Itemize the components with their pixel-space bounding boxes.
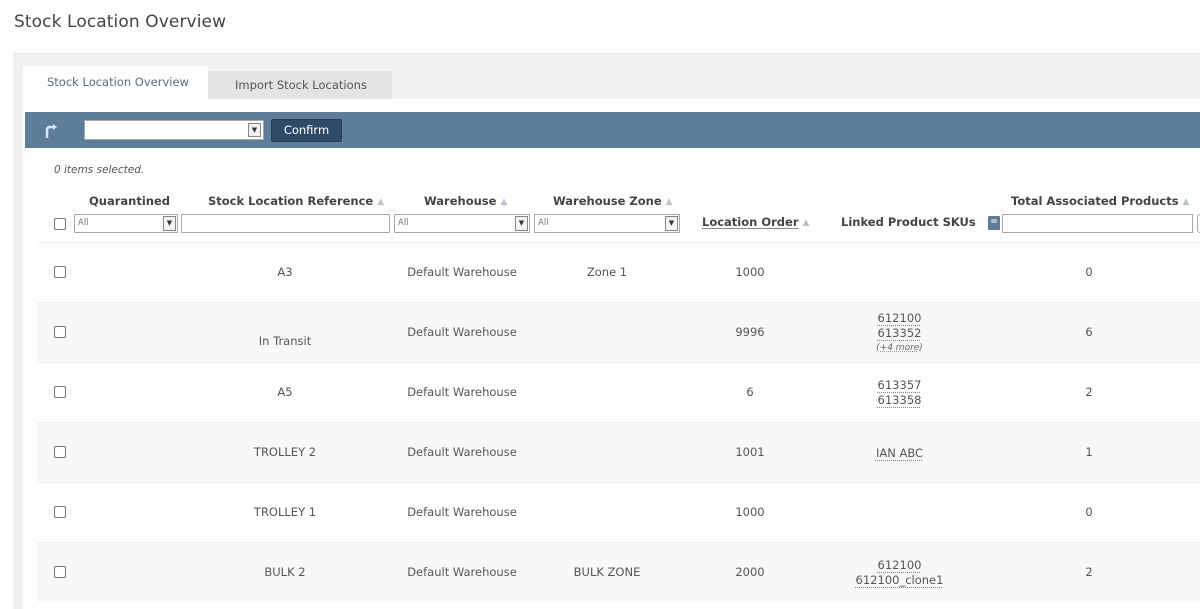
total-associated-products: 2 — [1085, 565, 1093, 579]
bulk-action-select[interactable]: ▼ — [84, 120, 264, 140]
linked-skus-cell: 612100 613352 (+4 more) — [837, 311, 962, 355]
total-operator-button[interactable]: = — [988, 216, 1000, 230]
location-order: 9996 — [735, 325, 765, 339]
column-label: Quarantined — [89, 194, 170, 208]
sort-icon[interactable]: ▲ — [500, 197, 507, 207]
page-title: Stock Location Overview — [14, 12, 227, 32]
tab-stock-location-overview[interactable]: Stock Location Overview — [23, 66, 208, 100]
column-header-quarantined: Quarantined — [89, 194, 170, 208]
table-row: TROLLEY 2 Default Warehouse 1001 1 IAN ABC — [37, 422, 1200, 482]
warehouse-zone: Zone 1 — [586, 265, 628, 279]
column-header-total-products[interactable]: Total Associated Products ▲ — [1011, 194, 1189, 208]
column-header-warehouse[interactable]: Warehouse ▲ — [424, 194, 507, 208]
column-label: Total Associated Products — [1011, 194, 1179, 208]
row-checkbox[interactable] — [54, 506, 66, 518]
chevron-down-icon[interactable]: ▼ — [163, 216, 176, 231]
location-order: 1001 — [735, 445, 765, 459]
row-checkbox[interactable] — [54, 566, 66, 578]
sku-link[interactable]: 612100 — [837, 311, 962, 326]
filter-value: All — [538, 218, 549, 228]
warehouse-name: Default Warehouse — [407, 325, 517, 339]
bulk-action-toolbar: ▼ Confirm — [25, 112, 1200, 148]
filter-value: All — [78, 218, 89, 228]
warehouse-name: Default Warehouse — [407, 265, 517, 279]
sort-icon[interactable]: ▲ — [1183, 197, 1190, 207]
column-header-linked-skus: Linked Product SKUs — [841, 215, 976, 229]
sku-link[interactable]: 613358 — [837, 393, 962, 408]
sku-link[interactable]: 613352 — [837, 326, 962, 341]
select-all-checkbox[interactable] — [54, 218, 66, 230]
warehouse-filter-select[interactable]: All ▼ — [394, 214, 530, 233]
zone-filter-select[interactable]: All ▼ — [534, 214, 680, 233]
location-reference: A3 — [277, 265, 293, 279]
table-row: A5 Default Warehouse 6 2 613357 613358 — [37, 362, 1200, 422]
chevron-down-icon[interactable]: ▼ — [515, 216, 528, 231]
row-checkbox[interactable] — [54, 326, 66, 338]
column-header-zone[interactable]: Warehouse Zone ▲ — [553, 194, 673, 208]
table-row: TROLLEY 1 Default Warehouse 1000 0 — [37, 482, 1200, 542]
sort-icon[interactable]: ▲ — [803, 218, 810, 228]
warehouse-name: Default Warehouse — [407, 505, 517, 519]
location-order: 1000 — [735, 265, 765, 279]
sort-icon[interactable]: ▲ — [377, 197, 384, 207]
reference-filter-input[interactable] — [181, 214, 390, 233]
more-skus-link[interactable]: (+4 more) — [837, 341, 962, 355]
total-associated-products: 1 — [1085, 445, 1093, 459]
chevron-down-icon[interactable]: ▼ — [248, 123, 261, 137]
location-order: 1000 — [735, 505, 765, 519]
column-label: Linked Product SKUs — [841, 215, 976, 229]
table-row: A3 Default Warehouse Zone 1 1000 0 — [37, 242, 1200, 302]
column-label: Warehouse — [424, 194, 497, 208]
tab-import-stock-locations[interactable]: Import Stock Locations — [208, 71, 392, 99]
column-label: Warehouse Zone — [553, 194, 662, 208]
location-order: 2000 — [735, 565, 765, 579]
filter-value: All — [398, 218, 409, 228]
linked-skus-cell: 613357 613358 — [837, 378, 962, 408]
column-label: Stock Location Reference — [208, 194, 374, 208]
linked-skus-cell: 612100 612100_clone1 — [837, 558, 962, 588]
location-order: 6 — [746, 385, 754, 399]
selected-items-count: 0 items selected. — [54, 164, 145, 176]
location-reference: TROLLEY 1 — [253, 505, 317, 519]
return-arrow-icon[interactable] — [43, 123, 59, 139]
sku-link[interactable]: IAN ABC — [837, 446, 962, 461]
column-header-location-order[interactable]: Location Order ▲ — [702, 215, 809, 229]
sku-link[interactable]: 613357 — [837, 378, 962, 393]
warehouse-name: Default Warehouse — [407, 565, 517, 579]
total-associated-products: 6 — [1085, 325, 1093, 339]
sku-link[interactable]: 612100 — [837, 558, 962, 573]
confirm-button[interactable]: Confirm — [271, 119, 342, 142]
column-label: Location Order — [702, 215, 799, 229]
table-row: In Transit Default Warehouse 9996 6 612100 61… — [37, 302, 1200, 362]
total-products-filter-input[interactable] — [1002, 214, 1193, 233]
warehouse-name: Default Warehouse — [407, 385, 517, 399]
quarantined-filter-select[interactable]: All ▼ — [74, 214, 178, 233]
linked-skus-cell: IAN ABC — [837, 446, 962, 461]
row-checkbox[interactable] — [54, 266, 66, 278]
column-header-reference[interactable]: Stock Location Reference ▲ — [208, 194, 384, 208]
location-reference: In Transit — [258, 334, 312, 348]
row-checkbox[interactable] — [54, 446, 66, 458]
location-reference: BULK 2 — [264, 565, 306, 579]
total-associated-products: 0 — [1085, 505, 1093, 519]
warehouse-zone: BULK ZONE — [573, 565, 641, 579]
warehouse-name: Default Warehouse — [407, 445, 517, 459]
location-reference: TROLLEY 2 — [253, 445, 317, 459]
sort-icon[interactable]: ▲ — [666, 197, 673, 207]
total-associated-products: 0 — [1085, 265, 1093, 279]
location-reference: A5 — [277, 385, 293, 399]
sku-link[interactable]: 612100_clone1 — [837, 573, 962, 588]
total-associated-products: 2 — [1085, 385, 1093, 399]
table-row: BULK 2 Default Warehouse BULK ZONE 2000 2 612… — [37, 542, 1200, 602]
row-checkbox[interactable] — [54, 386, 66, 398]
chevron-down-icon[interactable]: ▼ — [665, 216, 678, 231]
